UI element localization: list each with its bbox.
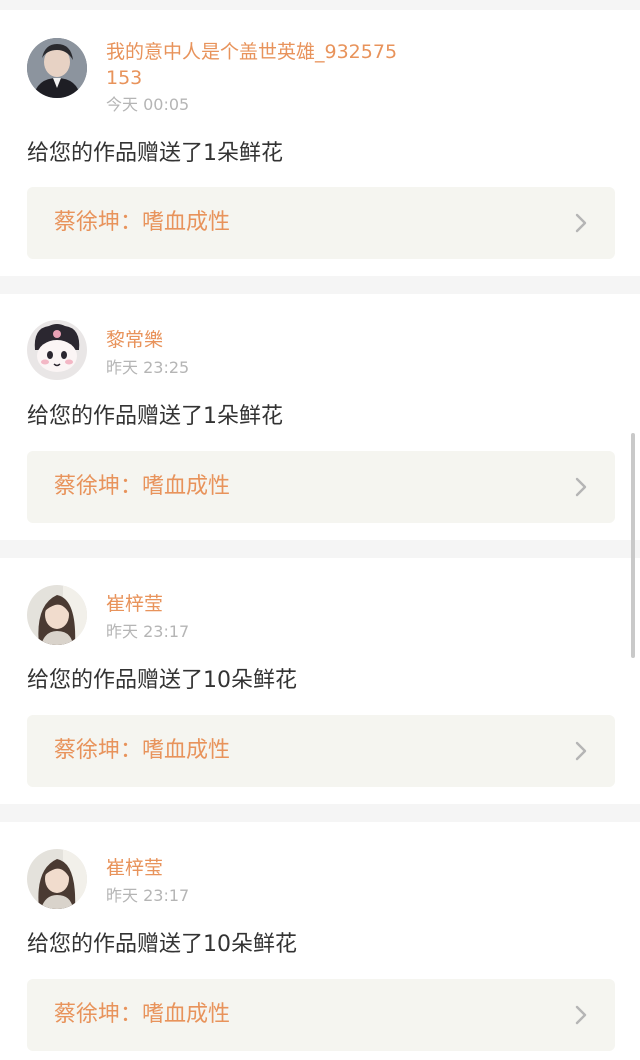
user-avatar[interactable] [27,585,87,645]
chevron-right-icon [575,1005,587,1025]
timestamp: 今天 00:05 [106,95,190,114]
notification-card: 崔梓莹 昨天 23:17 给您的作品赠送了10朵鲜花 蔡徐坤：嗜血成性 [0,558,640,804]
username[interactable]: 我的意中人是个盖世英雄_932575153 [106,39,406,91]
work-title: 蔡徐坤：嗜血成性 [54,1002,231,1027]
timestamp: 昨天 23:17 [106,622,190,641]
chevron-right-icon [575,477,587,497]
avatar-girl-photo-icon [27,585,87,645]
username[interactable]: 崔梓莹 [106,855,406,881]
avatar-girl-photo-icon [27,849,87,909]
user-avatar[interactable] [27,320,87,380]
work-link[interactable]: 蔡徐坤：嗜血成性 [27,979,615,1051]
avatar-kuromi-plush-icon [27,320,87,380]
username[interactable]: 黎常樂 [106,327,406,353]
notification-message: 给您的作品赠送了1朵鲜花 [27,404,283,429]
notification-card: 黎常樂 昨天 23:25 给您的作品赠送了1朵鲜花 蔡徐坤：嗜血成性 [0,294,640,540]
work-link[interactable]: 蔡徐坤：嗜血成性 [27,715,615,787]
timestamp: 昨天 23:25 [106,358,190,377]
timestamp: 昨天 23:17 [106,886,190,905]
work-link[interactable]: 蔡徐坤：嗜血成性 [27,187,615,259]
notification-message: 给您的作品赠送了1朵鲜花 [27,141,283,166]
user-avatar[interactable] [27,38,87,98]
scrollbar[interactable] [631,433,635,658]
avatar-boy-photo-icon [27,38,87,98]
chevron-right-icon [575,213,587,233]
work-title: 蔡徐坤：嗜血成性 [54,738,231,763]
chevron-right-icon [575,741,587,761]
work-title: 蔡徐坤：嗜血成性 [54,210,231,235]
notification-card: 崔梓莹 昨天 23:17 给您的作品赠送了10朵鲜花 蔡徐坤：嗜血成性 [0,822,640,1060]
work-title: 蔡徐坤：嗜血成性 [54,474,231,499]
notification-card: 我的意中人是个盖世英雄_932575153 今天 00:05 给您的作品赠送了1… [0,10,640,276]
user-avatar[interactable] [27,849,87,909]
notification-message: 给您的作品赠送了10朵鲜花 [27,668,297,693]
work-link[interactable]: 蔡徐坤：嗜血成性 [27,451,615,523]
notification-message: 给您的作品赠送了10朵鲜花 [27,932,297,957]
username[interactable]: 崔梓莹 [106,591,406,617]
